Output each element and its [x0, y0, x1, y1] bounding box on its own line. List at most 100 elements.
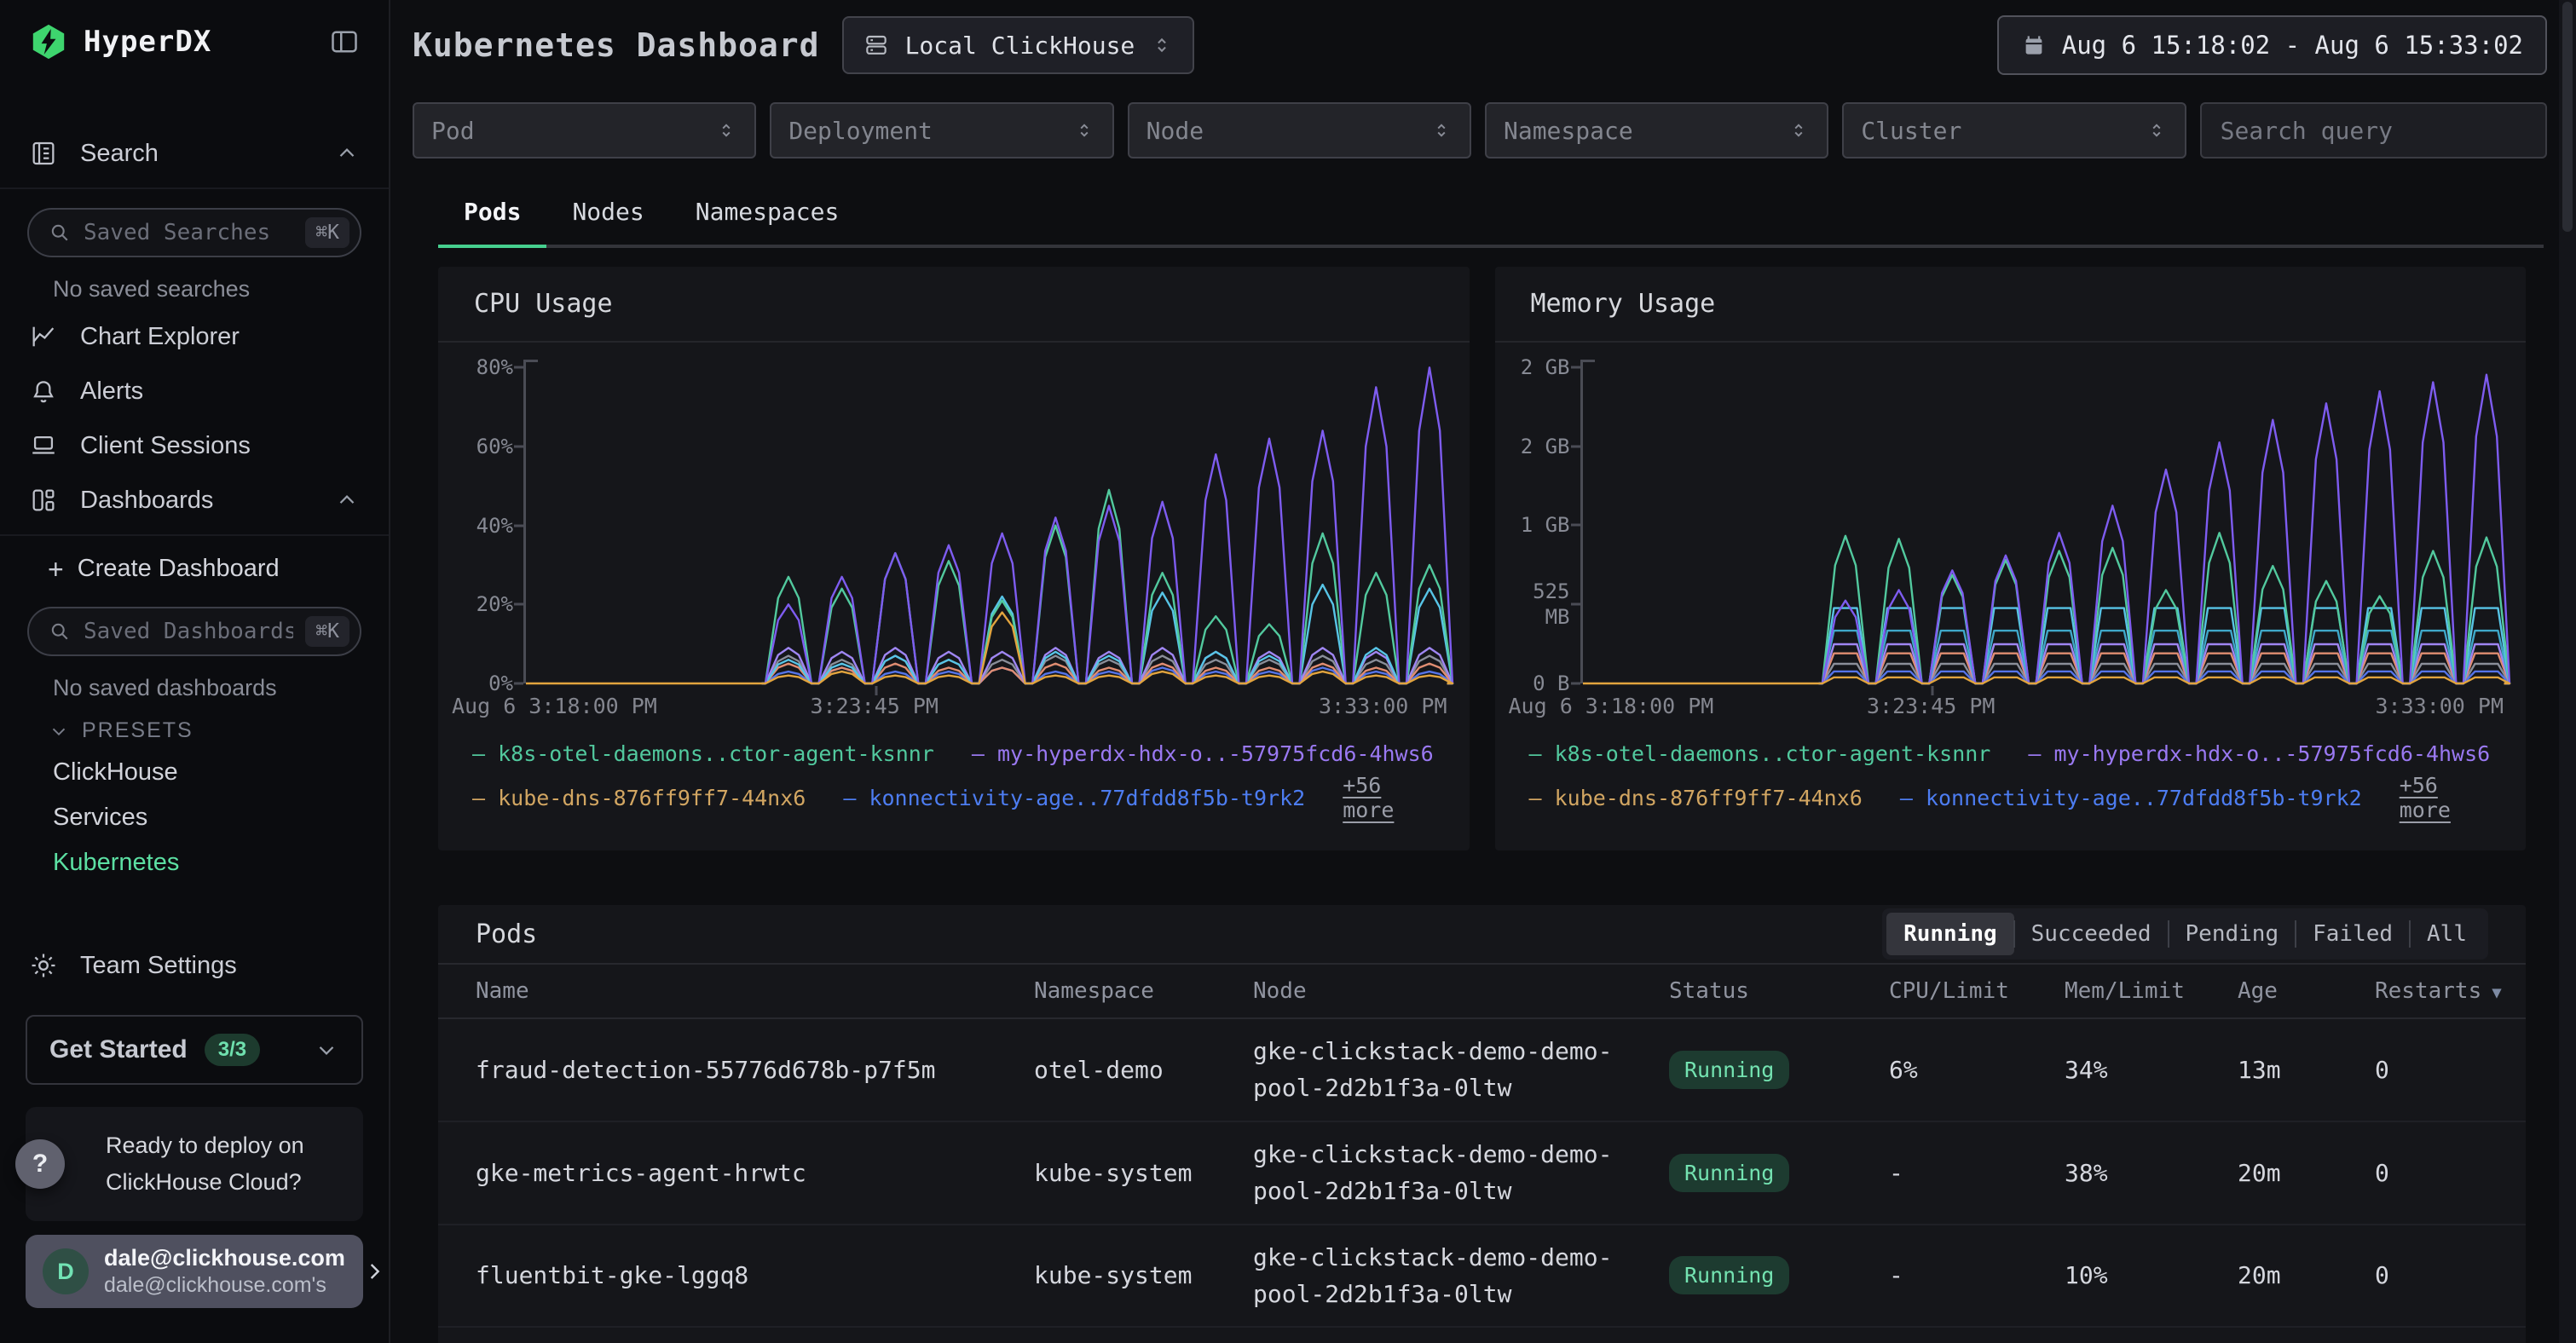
status-filter-all[interactable]: All — [2410, 913, 2484, 955]
series-kube-dns-876ff9ff7-44nx6 — [1583, 677, 2510, 683]
sidebar-item-label: Search — [80, 140, 159, 168]
column-header-age[interactable]: Age — [2238, 978, 2375, 1004]
legend-item[interactable]: — k8s-otel-daemons..ctor-agent-ksnnr — [472, 741, 934, 766]
user-menu[interactable]: D dale@clickhouse.com dale@clickhouse.co… — [26, 1235, 363, 1308]
sidebar-item-dashboards[interactable]: Dashboards — [0, 473, 389, 527]
sidebar-item-client-sessions[interactable]: Client Sessions — [0, 418, 389, 473]
pod-cpu-limit: 6% — [1889, 1056, 2065, 1084]
y-tick-label: 80% — [453, 354, 513, 380]
create-dashboard-button[interactable]: + Create Dashboard — [0, 543, 389, 595]
create-dashboard-label: Create Dashboard — [78, 555, 280, 583]
search-query-input[interactable] — [2200, 102, 2547, 159]
saved-dashboards-input[interactable]: ⌘K — [27, 607, 361, 656]
legend-item[interactable]: — my-hyperdx-hdx-o..-57975fcd6-4hws6 — [972, 741, 1434, 766]
table-row[interactable]: fluentbit-gke-lggq8kube-systemgke-clicks… — [438, 1225, 2526, 1329]
series-other-pods-teal — [1818, 631, 2509, 683]
y-tick-mark — [1571, 445, 1580, 447]
column-header-namespace[interactable]: Namespace — [1034, 978, 1253, 1004]
legend-item[interactable]: — kube-dns-876ff9ff7-44nx6 — [472, 786, 806, 810]
tab-nodes[interactable]: Nodes — [546, 182, 669, 248]
no-saved-dashboards-note: No saved dashboards — [0, 668, 389, 708]
y-tick-mark — [514, 603, 523, 606]
chart-title: CPU Usage — [438, 267, 1470, 343]
x-axis-labels: Aug 6 3:18:00 PM3:23:45 PM3:33:00 PM — [1509, 694, 2504, 724]
plot-area[interactable] — [523, 360, 1447, 683]
column-header-restarts[interactable]: Restarts▼ — [2375, 978, 2502, 1004]
filter-select-node[interactable]: Node — [1128, 102, 1471, 159]
pod-restarts: 0 — [2375, 1261, 2488, 1289]
cloud-prompt-line2: ClickHouse Cloud? — [106, 1164, 343, 1201]
cloud-prompt-line1: Ready to deploy on — [106, 1127, 343, 1164]
bell-icon — [29, 377, 58, 406]
status-filter-succeeded[interactable]: Succeeded — [2014, 913, 2169, 955]
legend-more-link[interactable]: +56 more — [1343, 773, 1435, 822]
scrollbar-thumb[interactable] — [2562, 2, 2573, 232]
filter-bar: PodDeployment NodeNamespaceCluster — [413, 102, 2547, 159]
column-header-node[interactable]: Node — [1253, 978, 1669, 1004]
presets-section-toggle[interactable]: PRESETS — [0, 708, 389, 750]
chart-title: Memory Usage — [1495, 267, 2527, 343]
app-title: HyperDX — [84, 25, 211, 59]
saved-searches-field[interactable] — [84, 220, 293, 245]
x-tick-label: Aug 6 3:18:00 PM — [452, 694, 657, 718]
preset-item-services[interactable]: Services — [0, 795, 389, 840]
pod-mem-limit: 10% — [2065, 1261, 2238, 1289]
table-row[interactable]: gke-clickstack-demo-demo-pool-2d2b1f3a-0… — [438, 1328, 2526, 1343]
cloud-deploy-card[interactable]: ? Ready to deploy on ClickHouse Cloud? — [26, 1107, 363, 1221]
get-started-button[interactable]: Get Started 3/3 — [26, 1015, 363, 1085]
filter-select-namespace[interactable]: Namespace — [1485, 102, 1828, 159]
chevron-up-icon[interactable] — [334, 487, 360, 513]
column-header-mem-limit[interactable]: Mem/Limit — [2065, 978, 2238, 1004]
y-axis-labels: 2 GB2 GB1 GB525 MB0 B — [1509, 360, 1580, 683]
legend-item[interactable]: — kube-dns-876ff9ff7-44nx6 — [1529, 786, 1863, 810]
help-button[interactable]: ? — [15, 1139, 65, 1189]
legend-more-link[interactable]: +56 more — [2400, 773, 2492, 822]
cpu-usage-chart-card: CPU Usage 80%60%40%20%0% Aug 6 3:18:00 P… — [438, 267, 1470, 850]
pod-namespace: kube-system — [1034, 1159, 1253, 1187]
pods-table-header: Pods RunningSucceededPendingFailedAll — [438, 905, 2526, 963]
legend-item[interactable]: — k8s-otel-daemons..ctor-agent-ksnnr — [1529, 741, 1991, 766]
saved-dashboards-field[interactable] — [84, 619, 293, 644]
y-tick-mark — [1571, 524, 1580, 527]
table-row[interactable]: fraud-detection-55776d678b-p7f5motel-dem… — [438, 1019, 2526, 1122]
sidebar-item-chart-explorer[interactable]: Chart Explorer — [0, 309, 389, 364]
preset-item-kubernetes[interactable]: Kubernetes — [0, 840, 389, 885]
table-row[interactable]: gke-metrics-agent-hrwtckube-systemgke-cl… — [438, 1122, 2526, 1225]
preset-item-clickhouse[interactable]: ClickHouse — [0, 750, 389, 795]
sidebar-item-team-settings[interactable]: Team Settings — [0, 938, 389, 993]
updown-chevrons-icon — [1150, 33, 1174, 57]
legend-item[interactable]: — my-hyperdx-hdx-o..-57975fcd6-4hws6 — [2028, 741, 2490, 766]
column-header-status[interactable]: Status — [1669, 978, 1889, 1004]
y-tick-label: 40% — [453, 513, 513, 539]
filter-select-cluster[interactable]: Cluster — [1842, 102, 2186, 159]
tab-pods[interactable]: Pods — [438, 182, 546, 248]
plus-icon: + — [48, 556, 64, 583]
tab-namespaces[interactable]: Namespaces — [670, 182, 865, 248]
status-filter-failed[interactable]: Failed — [2296, 913, 2410, 955]
status-filter-running[interactable]: Running — [1886, 913, 2014, 955]
pod-mem-limit: 38% — [2065, 1159, 2238, 1187]
x-axis-labels: Aug 6 3:18:00 PM3:23:45 PM3:33:00 PM — [452, 694, 1447, 724]
pod-node: gke-clickstack-demo-demo-pool-2d2b1f3a-0… — [1253, 1136, 1669, 1210]
plot-area[interactable] — [1580, 360, 2504, 683]
collapse-sidebar-icon[interactable] — [329, 26, 360, 57]
sidebar-item-alerts[interactable]: Alerts — [0, 364, 389, 418]
date-range-value: Aug 6 15:18:02 - Aug 6 15:33:02 — [2062, 31, 2523, 60]
filter-select-pod[interactable]: Pod — [413, 102, 756, 159]
filter-select-deployment[interactable]: Deployment — [770, 102, 1113, 159]
legend-item[interactable]: — konnectivity-age..77dfdd8f5b-t9rk2 — [843, 786, 1305, 810]
chevron-up-icon[interactable] — [334, 141, 360, 166]
sidebar-item-search[interactable]: Search — [0, 126, 389, 181]
column-header-cpu-limit[interactable]: CPU/Limit — [1889, 978, 2065, 1004]
status-filter-pending[interactable]: Pending — [2169, 913, 2296, 955]
spacer — [0, 78, 389, 126]
presets-label: PRESETS — [82, 718, 193, 743]
dashboard-header: Kubernetes Dashboard Local ClickHouse Au… — [413, 15, 2547, 75]
page-scrollbar[interactable] — [2559, 0, 2576, 1343]
data-source-select[interactable]: Local ClickHouse — [842, 16, 1195, 74]
date-range-picker[interactable]: Aug 6 15:18:02 - Aug 6 15:33:02 — [1997, 15, 2547, 75]
saved-searches-input[interactable]: ⌘K — [27, 208, 361, 257]
pod-restarts: 0 — [2375, 1056, 2488, 1084]
legend-item[interactable]: — konnectivity-age..77dfdd8f5b-t9rk2 — [1900, 786, 2362, 810]
column-header-name[interactable]: Name — [476, 978, 1034, 1004]
